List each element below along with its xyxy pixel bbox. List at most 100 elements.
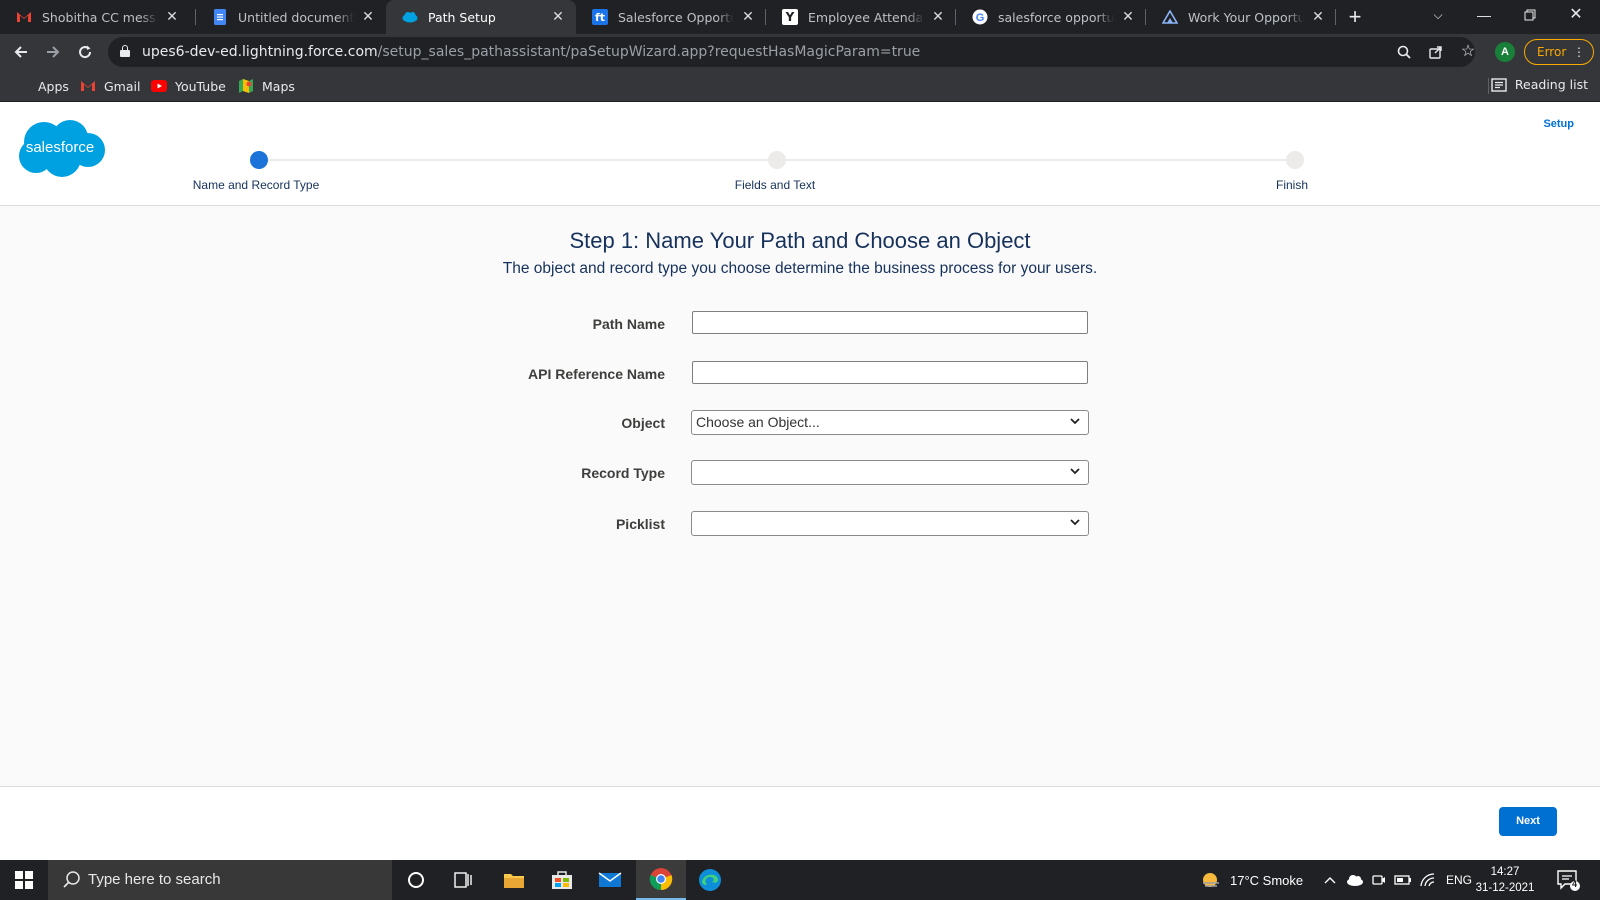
- system-clock[interactable]: 14:27 31-12-2021: [1470, 864, 1540, 896]
- close-tab-icon[interactable]: ✕: [1120, 9, 1136, 25]
- tab-search-chevron-icon[interactable]: ⌵: [1416, 0, 1460, 30]
- progress-step-1-label: Name and Record Type: [192, 178, 320, 192]
- chevron-up-icon: [1324, 877, 1336, 884]
- progress-step-1-dot: [250, 151, 268, 169]
- task-view-button[interactable]: [440, 860, 488, 900]
- battery-icon: [1394, 875, 1411, 885]
- meet-now-tray-icon[interactable]: [1372, 860, 1386, 900]
- cortana-button[interactable]: [392, 860, 440, 900]
- taskbar-search-box[interactable]: Type here to search: [48, 860, 392, 900]
- api-name-input[interactable]: [692, 361, 1088, 384]
- salesforce-cloud-icon: [402, 9, 418, 25]
- record-type-label: Record Type: [581, 465, 665, 481]
- url-text[interactable]: upes6-dev-ed.lightning.force.com/setup_s…: [142, 44, 920, 60]
- tab-path-setup[interactable]: Path Setup ✕: [386, 0, 576, 34]
- store-button[interactable]: [538, 860, 586, 900]
- close-tab-icon[interactable]: ✕: [164, 9, 180, 25]
- object-select-value: Choose an Object...: [696, 414, 820, 430]
- share-icon[interactable]: [1426, 42, 1446, 62]
- browser-tab-bar: Shobitha CC messaged ✕ Untitled document…: [0, 0, 1600, 34]
- edge-icon: [699, 869, 721, 891]
- tab-title: Salesforce Opportunity: [618, 9, 734, 25]
- restore-button[interactable]: [1508, 0, 1552, 30]
- clock-date: 31-12-2021: [1475, 882, 1535, 894]
- lock-icon: [120, 45, 130, 57]
- tab-title: Path Setup: [428, 9, 496, 25]
- chrome-icon: [649, 868, 673, 891]
- start-button[interactable]: [0, 860, 48, 900]
- progress-step-3-dot: [1286, 151, 1304, 169]
- progress-step-2-dot: [768, 151, 786, 169]
- next-button[interactable]: Next: [1499, 807, 1557, 836]
- forward-button[interactable]: [40, 39, 66, 65]
- minimize-button[interactable]: —: [1462, 0, 1506, 30]
- wizard-footer: Next: [0, 787, 1600, 860]
- folder-icon: [504, 874, 524, 888]
- close-tab-icon[interactable]: ✕: [1310, 9, 1326, 25]
- more-menu-icon: ⋮: [1573, 45, 1585, 59]
- onedrive-tray-icon[interactable]: [1346, 860, 1364, 900]
- weather-widget[interactable]: 17°C Smoke: [1200, 860, 1303, 900]
- record-type-select[interactable]: [691, 460, 1089, 485]
- tab-docs[interactable]: Untitled document - Google Docs ✕: [196, 0, 386, 34]
- y-icon: Y: [782, 9, 798, 25]
- address-bar[interactable]: upes6-dev-ed.lightning.force.com/setup_s…: [108, 37, 1475, 67]
- tab-trailhead[interactable]: Work Your Opportunities ✕: [1146, 0, 1336, 34]
- close-tab-icon[interactable]: ✕: [360, 9, 376, 25]
- docs-icon: [212, 9, 228, 25]
- tab-gmail[interactable]: Shobitha CC messaged ✕: [0, 0, 190, 34]
- bookmark-gmail[interactable]: Gmail: [80, 77, 140, 95]
- file-explorer-button[interactable]: [490, 860, 538, 900]
- progress-step-2-label: Fields and Text: [734, 178, 816, 192]
- close-tab-icon[interactable]: ✕: [550, 9, 566, 25]
- weather-text: 17°C Smoke: [1230, 872, 1304, 888]
- reading-list-button[interactable]: Reading list: [1491, 77, 1588, 92]
- svg-text:G: G: [976, 12, 985, 24]
- notification-count: 4: [1572, 879, 1578, 889]
- bookmark-star-icon[interactable]: ☆: [1458, 42, 1478, 62]
- step-title: Step 1: Name Your Path and Choose an Obj…: [569, 228, 1031, 253]
- gmail-icon: [80, 78, 96, 94]
- show-hidden-icons-button[interactable]: [1324, 860, 1336, 900]
- zoom-search-icon[interactable]: [1394, 42, 1414, 62]
- setup-link[interactable]: Setup: [1543, 118, 1574, 130]
- bookmarks-divider: [1488, 78, 1489, 94]
- chrome-taskbar-button[interactable]: [636, 860, 686, 900]
- clock-time: 14:27: [1490, 866, 1520, 878]
- edge-button[interactable]: [686, 860, 734, 900]
- action-center-button[interactable]: 4: [1556, 868, 1580, 892]
- path-name-input[interactable]: [692, 311, 1088, 334]
- wifi-tray-icon[interactable]: [1420, 860, 1436, 900]
- path-name-label: Path Name: [592, 316, 665, 332]
- youtube-icon: [151, 78, 167, 94]
- battery-tray-icon[interactable]: [1394, 860, 1412, 900]
- object-select[interactable]: Choose an Object...: [691, 410, 1089, 435]
- close-tab-icon[interactable]: ✕: [930, 9, 946, 25]
- tab-ft[interactable]: ft Salesforce Opportunity ✕: [576, 0, 766, 34]
- bookmark-apps[interactable]: Apps: [14, 77, 69, 95]
- gmail-icon: [16, 9, 32, 25]
- chevron-down-icon: [1070, 519, 1080, 526]
- search-icon: [63, 871, 80, 888]
- profile-avatar[interactable]: A: [1495, 42, 1515, 62]
- language-indicator[interactable]: ENG: [1446, 860, 1472, 900]
- bookmark-youtube[interactable]: YouTube: [151, 77, 226, 95]
- tab-title: Shobitha CC messaged: [42, 9, 158, 25]
- picklist-select[interactable]: [691, 511, 1089, 536]
- close-tab-icon[interactable]: ✕: [740, 9, 756, 25]
- tab-title: salesforce opportunity: [998, 9, 1114, 25]
- tab-divider: [1335, 9, 1336, 25]
- tab-employee-attendance[interactable]: Y Employee Attendance Leave ✕: [766, 0, 956, 34]
- tab-google-search[interactable]: G salesforce opportunity ✕: [956, 0, 1146, 34]
- maps-icon: [238, 78, 254, 94]
- mail-button[interactable]: [586, 860, 634, 900]
- api-name-row: API Reference Name: [0, 361, 1600, 387]
- windows-taskbar: Type here to search 17°C Smoke ENG 14:27…: [0, 860, 1600, 900]
- error-button[interactable]: Error ⋮: [1524, 39, 1594, 65]
- back-button[interactable]: [8, 39, 34, 65]
- close-window-button[interactable]: ✕: [1554, 0, 1598, 30]
- reload-button[interactable]: [72, 39, 98, 65]
- bookmark-maps[interactable]: Maps: [238, 77, 295, 95]
- new-tab-button[interactable]: +: [1342, 4, 1368, 30]
- wizard-header: salesforce Setup Name and Record Type Fi…: [0, 102, 1600, 206]
